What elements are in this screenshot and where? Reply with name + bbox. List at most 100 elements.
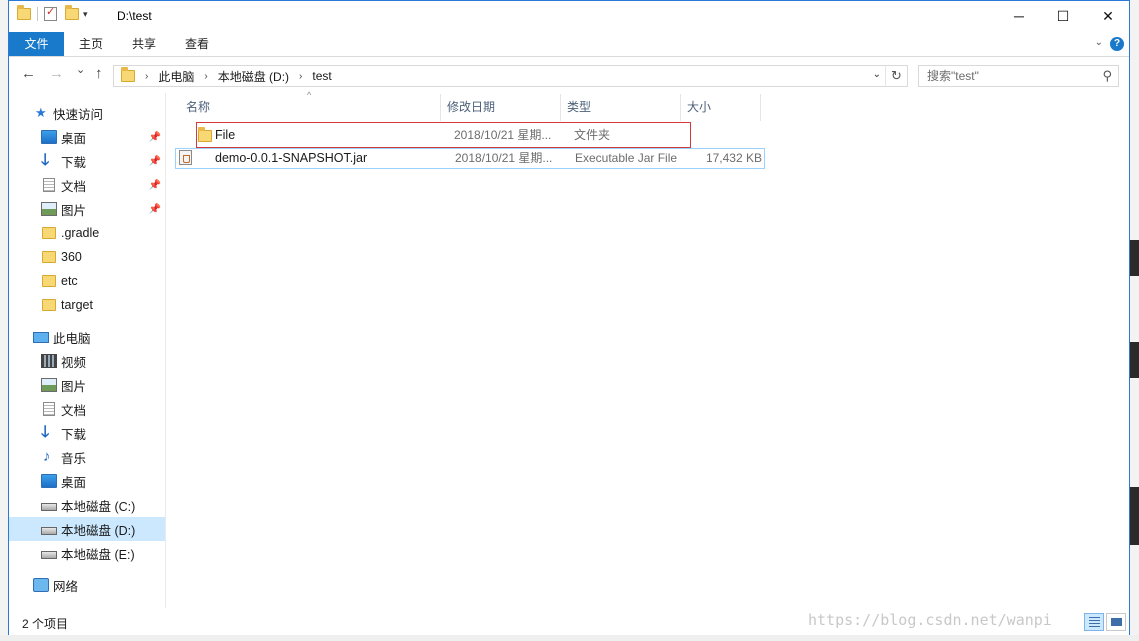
sidebar-item-pc-downloads[interactable]: 🡓 下载	[9, 421, 165, 445]
sidebar-item-label: 文档	[61, 179, 87, 194]
forward-button[interactable]: →	[49, 65, 64, 82]
search-box[interactable]: ⚲	[918, 65, 1119, 87]
pin-icon[interactable]: 📌	[149, 180, 161, 191]
sidebar-item-music[interactable]: ♪ 音乐	[9, 445, 165, 469]
sidebar-item-label: 快速访问	[53, 107, 104, 122]
details-view-button[interactable]	[1084, 613, 1104, 631]
sidebar-item-label: 本地磁盘 (C:)	[61, 499, 136, 514]
sidebar-item-network[interactable]: 网络	[9, 573, 165, 597]
sidebar-item-target[interactable]: target	[9, 293, 165, 317]
address-history-dropdown[interactable]: ⌄	[873, 69, 881, 80]
document-icon	[43, 402, 55, 416]
tab-home[interactable]: 主页	[67, 32, 115, 56]
sidebar-item-this-pc[interactable]: 此电脑	[9, 325, 165, 349]
music-icon: ♪	[43, 448, 51, 465]
breadcrumb-test[interactable]: test	[312, 69, 331, 83]
breadcrumb-separator[interactable]: ›	[299, 71, 302, 82]
folder-icon	[42, 275, 56, 287]
drive-icon	[41, 551, 57, 559]
tab-file[interactable]: 文件	[9, 32, 64, 56]
picture-icon	[41, 378, 57, 392]
up-button[interactable]: ↑	[95, 65, 103, 82]
sidebar-item-videos[interactable]: 视频	[9, 349, 165, 373]
sidebar-item-label: 下载	[61, 155, 87, 170]
file-list: ^ 名称 修改日期 类型 大小 File 2018/10/21 星期... 文件…	[167, 90, 1129, 608]
file-size: 17,432 KB	[705, 151, 762, 165]
picture-icon	[41, 202, 57, 216]
sidebar-item-pc-pictures[interactable]: 图片	[9, 373, 165, 397]
search-input[interactable]	[919, 66, 1089, 86]
folder-icon	[42, 251, 56, 263]
breadcrumb-separator[interactable]: ›	[204, 71, 207, 82]
column-header-size[interactable]: 大小	[681, 94, 761, 121]
document-icon	[43, 178, 55, 192]
maximize-button[interactable]: ☐	[1040, 1, 1086, 32]
file-row-jar[interactable]: demo-0.0.1-SNAPSHOT.jar 2018/10/21 星期...…	[175, 148, 765, 169]
sidebar-item-desktop[interactable]: 桌面 📌	[9, 125, 165, 149]
sidebar-item-pictures[interactable]: 图片 📌	[9, 197, 165, 221]
sidebar-item-pc-documents[interactable]: 文档	[9, 397, 165, 421]
sidebar-item-gradle[interactable]: .gradle	[9, 221, 165, 245]
star-icon: ★	[35, 105, 47, 120]
pin-icon[interactable]: 📌	[149, 132, 161, 143]
window-title: D:\test	[117, 9, 152, 23]
new-folder-icon[interactable]	[65, 5, 79, 20]
customize-toolbar-dropdown[interactable]: ▾	[83, 9, 88, 20]
breadcrumb-this-pc[interactable]: 此电脑	[158, 68, 194, 85]
sidebar-item-label: 桌面	[61, 475, 87, 490]
folder-icon	[42, 227, 56, 239]
recent-locations-button[interactable]: ⌄	[76, 63, 85, 76]
help-icon[interactable]: ?	[1110, 37, 1124, 51]
sidebar-item-label: 桌面	[61, 131, 87, 146]
back-button[interactable]: ←	[21, 65, 36, 82]
refresh-button[interactable]: ↻	[885, 66, 907, 86]
breadcrumb-separator[interactable]: ›	[145, 71, 148, 82]
large-icons-view-button[interactable]	[1106, 613, 1126, 631]
video-icon	[41, 354, 57, 368]
sidebar-item-quick-access[interactable]: ★ 快速访问	[9, 101, 165, 125]
folder-icon	[42, 299, 56, 311]
sidebar-item-drive-d[interactable]: 本地磁盘 (D:)	[9, 517, 165, 541]
sidebar-item-etc[interactable]: etc	[9, 269, 165, 293]
sidebar-item-label: 网络	[53, 579, 79, 594]
column-header-modified[interactable]: 修改日期	[441, 94, 561, 121]
column-header-type[interactable]: 类型	[561, 94, 681, 121]
background-window-left	[0, 0, 8, 641]
sidebar-item-label: target	[61, 298, 93, 312]
tab-share[interactable]: 共享	[120, 32, 168, 56]
sidebar-item-label: 下载	[61, 427, 87, 442]
desktop-icon	[41, 474, 57, 488]
explorer-window: ▾ D:\test ─ ☐ ✕ 文件 主页 共享 查看 ⌄ ? ← → ⌄ ↑ …	[8, 0, 1130, 635]
item-count: 2 个项目	[22, 617, 69, 631]
system-drive-icon	[41, 503, 57, 511]
download-icon: 🡓	[41, 424, 50, 441]
search-icon[interactable]: ⚲	[1102, 68, 1112, 84]
sidebar-item-label: .gradle	[61, 226, 100, 240]
tab-view[interactable]: 查看	[173, 32, 221, 56]
background-window-right	[1130, 0, 1139, 641]
sidebar-item-drive-c[interactable]: 本地磁盘 (C:)	[9, 493, 165, 517]
file-modified: 2018/10/21 星期...	[455, 151, 553, 165]
collapse-ribbon-icon[interactable]: ⌄	[1095, 37, 1103, 48]
pin-icon[interactable]: 📌	[149, 156, 161, 167]
properties-icon[interactable]	[44, 5, 57, 21]
computer-icon	[33, 331, 49, 343]
desktop-icon	[41, 130, 57, 144]
sidebar-item-documents[interactable]: 文档 📌	[9, 173, 165, 197]
sidebar-item-drive-e[interactable]: 本地磁盘 (E:)	[9, 541, 165, 565]
sidebar-item-label: 图片	[61, 203, 87, 218]
sidebar-item-360[interactable]: 360	[9, 245, 165, 269]
navigation-bar: ← → ⌄ ↑ › 此电脑 › 本地磁盘 (D:) › test ⌄ ↻ ⚲	[9, 57, 1129, 93]
pin-icon[interactable]: 📌	[149, 204, 161, 215]
file-name: demo-0.0.1-SNAPSHOT.jar	[215, 151, 368, 165]
sidebar-item-label: 本地磁盘 (E:)	[61, 547, 135, 562]
minimize-button[interactable]: ─	[996, 1, 1042, 32]
close-button[interactable]: ✕	[1085, 1, 1131, 32]
sidebar-item-downloads[interactable]: 🡓 下载 📌	[9, 149, 165, 173]
sidebar-item-label: 360	[61, 250, 82, 264]
breadcrumb-drive-d[interactable]: 本地磁盘 (D:)	[218, 68, 289, 85]
sidebar-item-pc-desktop[interactable]: 桌面	[9, 469, 165, 493]
address-bar[interactable]: › 此电脑 › 本地磁盘 (D:) › test ⌄ ↻	[113, 65, 908, 87]
column-header-name[interactable]: 名称	[180, 94, 441, 121]
toolbar-divider	[37, 7, 38, 21]
